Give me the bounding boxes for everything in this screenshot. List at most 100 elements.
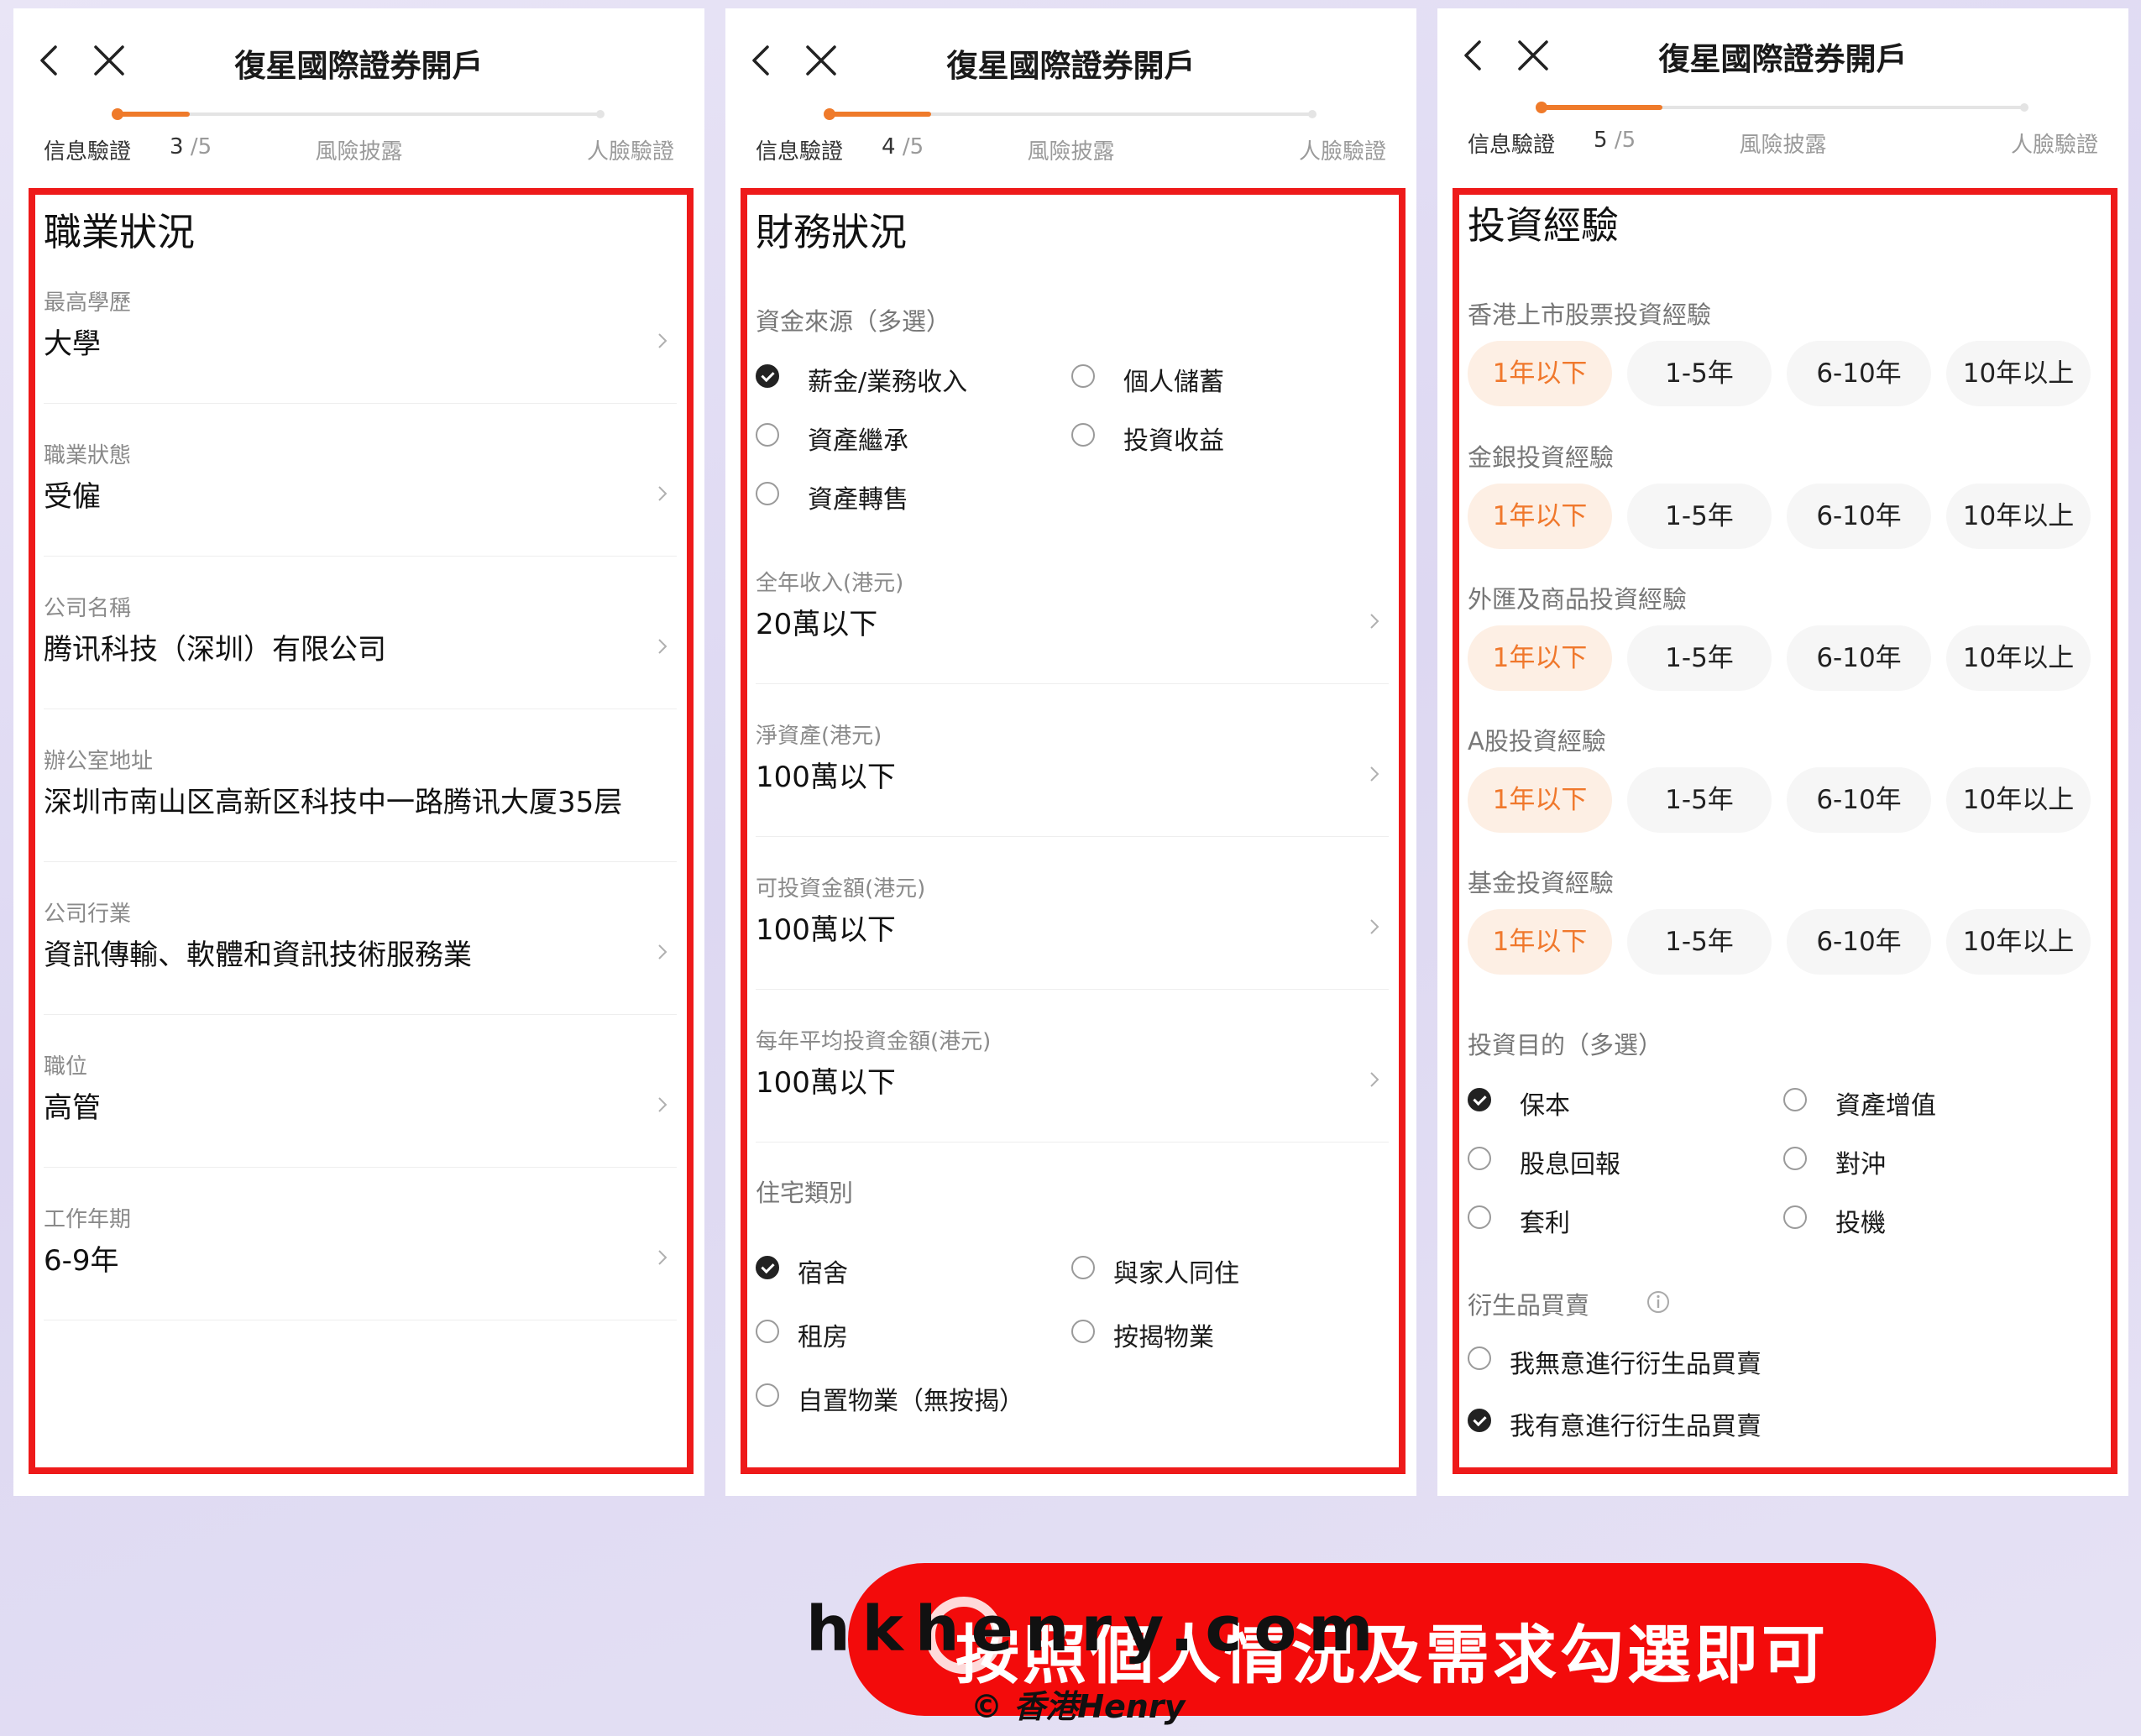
- step-indicator: 信息驗證 3 /5 風險披露 人臉驗證: [44, 134, 674, 168]
- field-value: 資訊傳輸、軟體和資訊技術服務業: [44, 939, 472, 972]
- checkbox-unchecked[interactable]: [1783, 1205, 1807, 1229]
- chevron-right-icon: [1370, 919, 1379, 934]
- field-position[interactable]: 職位 高管: [44, 1049, 677, 1168]
- field-value: 6-9年: [44, 1244, 119, 1278]
- exp-pill[interactable]: 1-5年: [1627, 909, 1772, 975]
- field-value: 腾讯科技（深圳）有限公司: [44, 633, 386, 667]
- header: 復星國際證券開戶: [725, 8, 1416, 101]
- field-annual-income[interactable]: 全年收入(港元) 20萬以下: [756, 566, 1389, 684]
- radio-unchecked[interactable]: [1071, 1320, 1095, 1343]
- option-label: 個人儲蓄: [1123, 368, 1224, 397]
- info-icon[interactable]: [1646, 1289, 1671, 1315]
- checkbox-unchecked[interactable]: [1468, 1205, 1491, 1229]
- exp-pill[interactable]: 6-10年: [1787, 909, 1931, 975]
- field-company-name[interactable]: 公司名稱 腾讯科技（深圳）有限公司: [44, 591, 677, 709]
- exp-label-hk-stocks: 香港上市股票投資經驗: [1468, 301, 1712, 329]
- field-label: 辦公室地址: [44, 749, 154, 774]
- exp-pill-selected[interactable]: 1年以下: [1468, 625, 1612, 691]
- checkbox-unchecked[interactable]: [1468, 1147, 1491, 1170]
- field-employment-status[interactable]: 職業狀態 受僱: [44, 438, 677, 557]
- exp-label-gold-silver: 金銀投資經驗: [1468, 443, 1615, 472]
- checkbox-unchecked[interactable]: [1071, 423, 1095, 447]
- exp-pill[interactable]: 10年以上: [1946, 767, 2091, 833]
- checkbox-unchecked[interactable]: [1783, 1088, 1807, 1111]
- exp-pill-selected[interactable]: 1年以下: [1468, 484, 1612, 549]
- exp-pill[interactable]: 10年以上: [1946, 909, 2091, 975]
- option-label: 資產增值: [1835, 1091, 1936, 1121]
- exp-pill[interactable]: 10年以上: [1946, 625, 2091, 691]
- field-value: 受僱: [44, 480, 101, 514]
- field-label: 淨資產(港元): [756, 724, 882, 749]
- field-work-years[interactable]: 工作年期 6-9年: [44, 1202, 677, 1320]
- app-title: 復星國際證券開戶: [1658, 41, 1908, 77]
- exp-pill[interactable]: 6-10年: [1787, 767, 1931, 833]
- field-label: 職業狀態: [44, 443, 132, 468]
- exp-pill-selected[interactable]: 1年以下: [1468, 341, 1612, 406]
- exp-pill[interactable]: 1-5年: [1627, 484, 1772, 549]
- exp-pill-selected[interactable]: 1年以下: [1468, 767, 1612, 833]
- app-title: 復星國際證券開戶: [234, 48, 484, 84]
- option-label: 投資收益: [1123, 426, 1224, 456]
- field-label: 每年平均投資金額(港元): [756, 1029, 992, 1054]
- progress-bar: [112, 108, 605, 120]
- radio-unchecked[interactable]: [1071, 1256, 1095, 1279]
- field-office-address[interactable]: 辦公室地址 深圳市南山区高新区科技中一路腾讯大厦35层: [44, 744, 677, 862]
- checkbox-unchecked[interactable]: [1783, 1147, 1807, 1170]
- header: 復星國際證券開戶: [1437, 8, 2128, 101]
- field-label: 公司行業: [44, 902, 132, 927]
- option-label: 宿舍: [798, 1259, 848, 1289]
- field-value: 高管: [44, 1091, 101, 1125]
- section-title: 職業狀況: [44, 210, 196, 254]
- checkbox-unchecked[interactable]: [1071, 364, 1095, 388]
- exp-pill[interactable]: 6-10年: [1787, 625, 1931, 691]
- exp-pill[interactable]: 1-5年: [1627, 341, 1772, 406]
- progress-end-dot: [2020, 103, 2028, 112]
- exp-label-fx-commodities: 外匯及商品投資經驗: [1468, 585, 1688, 614]
- progress-fill: [830, 112, 931, 117]
- checkbox-checked[interactable]: [756, 364, 779, 388]
- exp-label-a-shares: A股投資經驗: [1468, 727, 1606, 756]
- exp-pill[interactable]: 1-5年: [1627, 625, 1772, 691]
- derivatives-label: 衍生品買賣: [1468, 1291, 1590, 1320]
- field-investable-amount[interactable]: 可投資金額(港元) 100萬以下: [756, 871, 1389, 990]
- radio-unchecked[interactable]: [1468, 1346, 1491, 1370]
- checkbox-checked[interactable]: [1468, 1088, 1491, 1111]
- checkbox-unchecked[interactable]: [756, 423, 779, 447]
- option-label: 保本: [1520, 1091, 1570, 1121]
- chevron-right-icon: [658, 639, 667, 654]
- field-net-assets[interactable]: 淨資產(港元) 100萬以下: [756, 719, 1389, 837]
- field-value: 100萬以下: [756, 913, 896, 947]
- purpose-label: 投資目的（多選）: [1468, 1031, 1663, 1059]
- exp-pill[interactable]: 6-10年: [1787, 484, 1931, 549]
- exp-pill[interactable]: 1-5年: [1627, 767, 1772, 833]
- checkbox-unchecked[interactable]: [756, 482, 779, 505]
- exp-pill[interactable]: 10年以上: [1946, 484, 2091, 549]
- exp-pill[interactable]: 6-10年: [1787, 341, 1931, 406]
- option-label: 與家人同住: [1113, 1259, 1239, 1289]
- radio-unchecked[interactable]: [756, 1383, 779, 1407]
- screen-occupation: 復星國際證券開戶 信息驗證 3 /5 風險披露 人臉驗證 職業狀況 最高學歷 大…: [13, 8, 704, 1496]
- progress-bar: [824, 108, 1317, 120]
- step-label-risk: 風險披露: [1027, 139, 1115, 165]
- field-value: 100萬以下: [756, 1066, 896, 1100]
- radio-unchecked[interactable]: [756, 1320, 779, 1343]
- option-label: 套利: [1520, 1209, 1570, 1238]
- field-label: 工作年期: [44, 1207, 132, 1232]
- field-education[interactable]: 最高學歷 大學: [44, 285, 677, 404]
- exp-pill-selected[interactable]: 1年以下: [1468, 909, 1612, 975]
- exp-pill[interactable]: 10年以上: [1946, 341, 2091, 406]
- field-industry[interactable]: 公司行業 資訊傳輸、軟體和資訊技術服務業: [44, 897, 677, 1015]
- screen-investment-experience: 復星國際證券開戶 信息驗證 5 /5 風險披露 人臉驗證 投資經驗 香港上市股票…: [1437, 8, 2128, 1496]
- radio-checked[interactable]: [1468, 1409, 1491, 1432]
- option-label: 對沖: [1835, 1150, 1886, 1179]
- chevron-right-icon: [658, 1250, 667, 1265]
- option-label: 資產繼承: [808, 426, 908, 456]
- field-annual-investment[interactable]: 每年平均投資金額(港元) 100萬以下: [756, 1024, 1389, 1143]
- app-title: 復星國際證券開戶: [946, 48, 1196, 84]
- chevron-right-icon: [658, 333, 667, 348]
- progress-current-dot: [112, 108, 123, 120]
- field-value: 100萬以下: [756, 761, 896, 794]
- progress-end-dot: [596, 110, 605, 118]
- radio-checked[interactable]: [756, 1256, 779, 1279]
- watermark-credit: © 香港Henry: [971, 1688, 1186, 1725]
